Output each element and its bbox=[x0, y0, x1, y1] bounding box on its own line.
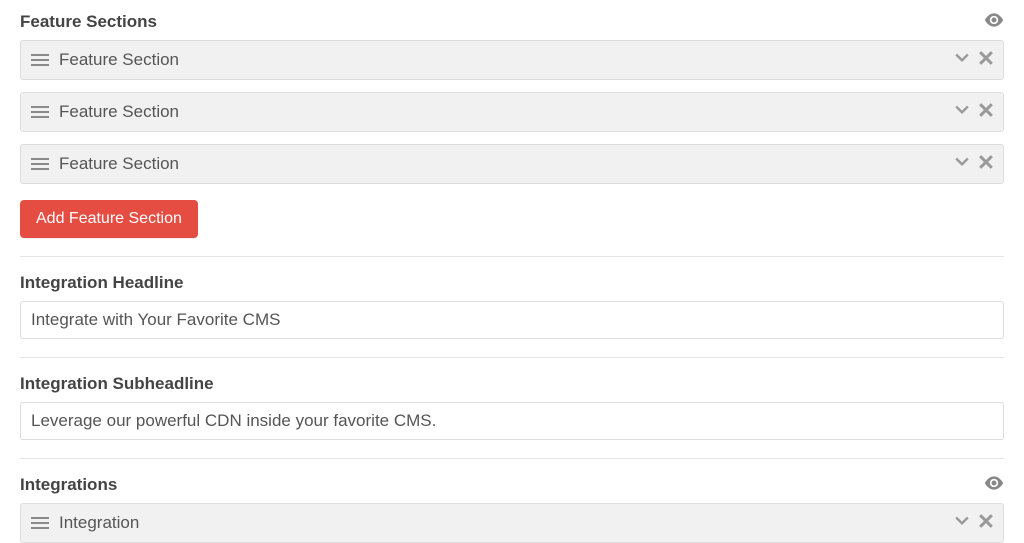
field-label-integration-subheadline: Integration Subheadline bbox=[20, 374, 214, 394]
section-divider bbox=[20, 256, 1004, 257]
field-header: Integrations bbox=[20, 475, 1004, 495]
remove-item-icon[interactable] bbox=[979, 155, 993, 174]
field-label-integration-headline: Integration Headline bbox=[20, 273, 183, 293]
repeater-item-label: Feature Section bbox=[59, 154, 955, 174]
integration-row[interactable]: Integration bbox=[20, 503, 1004, 543]
integration-subheadline-input[interactable] bbox=[20, 402, 1004, 440]
add-feature-section-button[interactable]: Add Feature Section bbox=[20, 200, 198, 238]
visibility-toggle-icon[interactable] bbox=[984, 476, 1004, 495]
collapse-toggle-icon[interactable] bbox=[955, 103, 969, 122]
field-label-integrations: Integrations bbox=[20, 475, 117, 495]
feature-section-row[interactable]: Feature Section bbox=[20, 144, 1004, 184]
integration-subheadline-field: Integration Subheadline bbox=[20, 374, 1004, 440]
remove-item-icon[interactable] bbox=[979, 103, 993, 122]
feature-section-row[interactable]: Feature Section bbox=[20, 40, 1004, 80]
repeater-item-label: Feature Section bbox=[59, 102, 955, 122]
remove-item-icon[interactable] bbox=[979, 51, 993, 70]
collapse-toggle-icon[interactable] bbox=[955, 51, 969, 70]
visibility-toggle-icon[interactable] bbox=[984, 13, 1004, 32]
integrations-field: Integrations Integration bbox=[20, 475, 1004, 543]
repeater-item-label: Integration bbox=[59, 513, 955, 533]
repeater-item-label: Feature Section bbox=[59, 50, 955, 70]
drag-handle-icon[interactable] bbox=[31, 105, 49, 119]
field-label-feature-sections: Feature Sections bbox=[20, 12, 157, 32]
drag-handle-icon[interactable] bbox=[31, 516, 49, 530]
drag-handle-icon[interactable] bbox=[31, 53, 49, 67]
collapse-toggle-icon[interactable] bbox=[955, 155, 969, 174]
field-header: Integration Subheadline bbox=[20, 374, 1004, 394]
field-header: Integration Headline bbox=[20, 273, 1004, 293]
integration-headline-field: Integration Headline bbox=[20, 273, 1004, 339]
feature-section-row[interactable]: Feature Section bbox=[20, 92, 1004, 132]
integration-headline-input[interactable] bbox=[20, 301, 1004, 339]
remove-item-icon[interactable] bbox=[979, 514, 993, 533]
section-divider bbox=[20, 458, 1004, 459]
field-header: Feature Sections bbox=[20, 12, 1004, 32]
drag-handle-icon[interactable] bbox=[31, 157, 49, 171]
section-divider bbox=[20, 357, 1004, 358]
collapse-toggle-icon[interactable] bbox=[955, 514, 969, 533]
feature-sections-field: Feature Sections Feature Section bbox=[20, 12, 1004, 238]
